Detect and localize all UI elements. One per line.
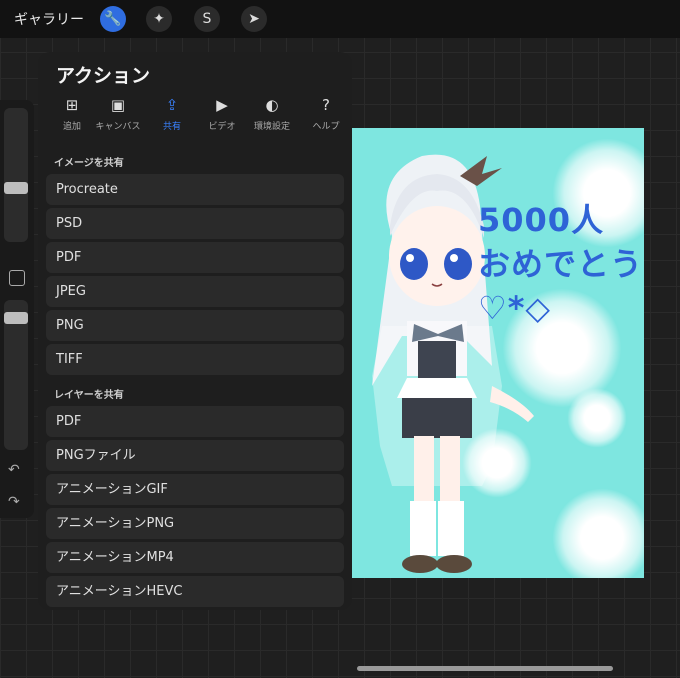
selection-icon[interactable]: S	[194, 6, 220, 32]
tab-label: 環境設定	[253, 122, 290, 132]
gallery-button[interactable]: ギャラリー	[14, 9, 84, 29]
wrench-icon[interactable]: 🔧	[100, 6, 126, 32]
opacity-thumb[interactable]	[4, 312, 28, 324]
share-png[interactable]: PNG	[46, 310, 344, 341]
share-psd[interactable]: PSD	[46, 208, 344, 239]
tab-label: 共有	[162, 122, 181, 132]
share-icon: ⇪	[165, 96, 179, 114]
tab-label: キャンバス	[95, 122, 141, 132]
share-tiff[interactable]: TIFF	[46, 344, 344, 375]
celebration-line-1: 5000人	[478, 201, 605, 239]
brush-size-slider[interactable]	[4, 108, 28, 242]
help-icon: ?	[322, 96, 330, 114]
artwork-canvas[interactable]: 5000人 おめでとう ♡*◇	[352, 128, 644, 578]
celebration-line-2: おめでとう	[478, 245, 644, 283]
actions-tabs: ⊞ 追加 ▣ キャンバス ⇪ 共有 ▶ ビデオ ◐ 環境設定 ? ヘルプ	[44, 96, 350, 136]
tab-label: ヘルプ	[312, 122, 340, 132]
video-icon: ▶	[216, 96, 228, 114]
tab-label: 追加	[62, 122, 81, 132]
share-layers-label: レイヤーを共有	[54, 390, 124, 401]
preferences-icon: ◐	[265, 96, 279, 114]
tab-help[interactable]: ? ヘルプ	[298, 96, 354, 132]
redo-icon[interactable]: ↷	[8, 494, 20, 510]
share-layers-png-files[interactable]: PNGファイル	[46, 440, 344, 471]
share-image-label: イメージを共有	[54, 158, 124, 169]
modify-button[interactable]	[9, 270, 25, 286]
home-indicator[interactable]	[357, 666, 613, 671]
share-pdf[interactable]: PDF	[46, 242, 344, 273]
tab-canvas[interactable]: ▣ キャンバス	[90, 96, 146, 132]
flower-decoration	[567, 388, 627, 448]
share-jpeg[interactable]: JPEG	[46, 276, 344, 307]
top-toolbar: ギャラリー 🔧 ✦ S ➤	[0, 0, 680, 38]
brush-size-thumb[interactable]	[4, 182, 28, 194]
celebration-line-3: ♡*◇	[478, 289, 552, 327]
share-animation-hevc[interactable]: アニメーションHEVC	[46, 576, 344, 607]
share-animation-png[interactable]: アニメーションPNG	[46, 508, 344, 539]
celebration-text: 5000人 おめでとう ♡*◇	[478, 198, 643, 330]
tab-label: ビデオ	[208, 122, 236, 132]
tab-share[interactable]: ⇪ 共有	[144, 96, 200, 132]
transform-arrow-icon[interactable]: ➤	[241, 6, 267, 32]
opacity-slider[interactable]	[4, 300, 28, 450]
share-animation-mp4[interactable]: アニメーションMP4	[46, 542, 344, 573]
tab-video[interactable]: ▶ ビデオ	[194, 96, 250, 132]
share-layers-pdf[interactable]: PDF	[46, 406, 344, 437]
canvas-icon: ▣	[110, 96, 126, 114]
magic-wand-icon[interactable]: ✦	[146, 6, 172, 32]
actions-panel: アクション ⊞ 追加 ▣ キャンバス ⇪ 共有 ▶ ビデオ ◐ 環境設定 ? ヘ…	[38, 52, 352, 610]
side-rail: ↶ ↷	[0, 100, 34, 518]
share-animation-gif[interactable]: アニメーションGIF	[46, 474, 344, 505]
panel-title: アクション	[56, 65, 151, 87]
tab-preferences[interactable]: ◐ 環境設定	[244, 96, 300, 132]
share-procreate[interactable]: Procreate	[46, 174, 344, 205]
flower-decoration	[552, 488, 644, 578]
undo-icon[interactable]: ↶	[8, 462, 20, 478]
